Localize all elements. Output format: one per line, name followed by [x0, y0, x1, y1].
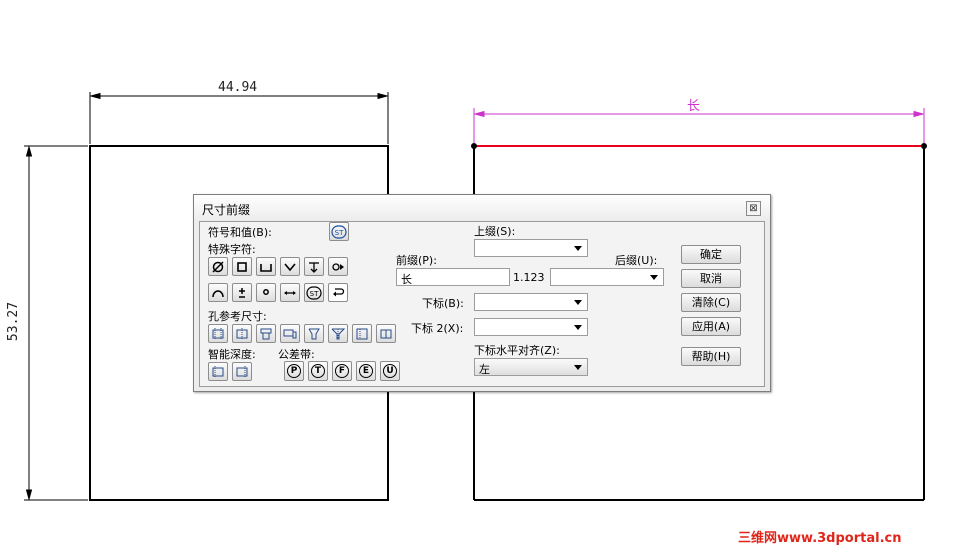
tolerance-u-icon[interactable]: U [380, 361, 400, 381]
tolerance-p-letter: P [287, 364, 301, 378]
left-width-value: 44.94 [218, 80, 258, 95]
subscript-combo[interactable] [474, 293, 588, 311]
value-display: 1.123 [513, 271, 545, 284]
sub-align-label: 下标水平对齐(Z): [474, 344, 560, 357]
prefix-input[interactable]: 长 [396, 268, 510, 286]
smart-depth-label: 智能深度: [208, 348, 256, 361]
left-height-value: 53.27 [6, 301, 22, 342]
clear-button[interactable]: 清除(C) [681, 293, 741, 312]
return-icon[interactable] [328, 283, 348, 302]
prefix-value: 长 [401, 273, 412, 286]
sub-align-value: 左 [479, 363, 490, 376]
prefix-label: 前缀(P): [396, 254, 437, 267]
close-icon[interactable]: ⊠ [746, 201, 761, 216]
depth-icon[interactable] [304, 257, 324, 276]
cancel-button[interactable]: 取消 [681, 269, 741, 288]
superscript-combo[interactable] [474, 239, 588, 257]
chevron-down-icon [574, 325, 582, 330]
chevron-down-icon [574, 365, 582, 370]
smart-depth-2-icon[interactable] [232, 362, 252, 381]
tolerance-t-letter: T [311, 364, 325, 378]
counterbore-icon[interactable] [256, 257, 276, 276]
watermark: 三维网www.3dportal.cn [738, 531, 902, 546]
dimension-prefix-dialog: 尺寸前缀 ⊠ 符号和值(B): ST 特殊字符: ST 孔参考尺寸: 智能深度:… [193, 194, 771, 392]
hole-ref-5-icon[interactable] [304, 324, 324, 343]
subscript-label: 下标(B): [422, 297, 464, 310]
degree-icon[interactable] [256, 283, 276, 302]
ok-button[interactable]: 确定 [681, 245, 741, 264]
slope-icon[interactable] [328, 257, 348, 276]
hole-ref-label: 孔参考尺寸: [208, 310, 267, 323]
hole-ref-3-icon[interactable] [256, 324, 276, 343]
right-width-value: 长 [687, 99, 701, 114]
between-icon[interactable] [280, 283, 300, 302]
chevron-down-icon [574, 246, 582, 251]
left-height-dimension[interactable] [24, 145, 88, 501]
st-icon: ST [331, 224, 347, 239]
st-symbol-button[interactable]: ST [329, 222, 349, 241]
square-icon[interactable] [232, 257, 252, 276]
sub-align-select[interactable]: 左 [474, 358, 588, 376]
special-chars-label: 特殊字符: [208, 243, 256, 256]
tolerance-e-icon[interactable]: E [356, 361, 376, 381]
help-button[interactable]: 帮助(H) [681, 347, 741, 366]
hole-ref-4-icon[interactable] [280, 324, 300, 343]
tolerance-p-icon[interactable]: P [284, 361, 304, 381]
suffix-label: 后缀(U): [615, 254, 658, 267]
tolerance-t-icon[interactable]: T [308, 361, 328, 381]
svg-text:ST: ST [310, 290, 319, 298]
arc-icon[interactable] [208, 283, 228, 302]
diameter-icon[interactable] [208, 257, 228, 276]
chevron-down-icon [650, 275, 658, 280]
symbol-value-label: 符号和值(B): [208, 226, 272, 239]
tolerance-u-letter: U [383, 364, 397, 378]
svg-text:ST: ST [335, 229, 344, 237]
dialog-titlebar[interactable]: 尺寸前缀 ⊠ [194, 195, 770, 221]
hole-ref-1-icon[interactable] [208, 324, 228, 343]
subscript2-label: 下标 2(X): [411, 322, 464, 335]
subscript2-combo[interactable] [474, 318, 588, 336]
tolerance-band-label: 公差带: [278, 348, 315, 361]
tolerance-f-letter: F [335, 364, 349, 378]
apply-button[interactable]: 应用(A) [681, 317, 741, 336]
hole-ref-2-icon[interactable] [232, 324, 252, 343]
left-width-dimension[interactable] [89, 92, 389, 144]
statistical-icon[interactable]: ST [304, 283, 324, 302]
tolerance-e-letter: E [359, 364, 373, 378]
hole-ref-8-icon[interactable] [376, 324, 396, 343]
hole-ref-6-icon[interactable] [328, 324, 348, 343]
chevron-down-icon [574, 300, 582, 305]
hole-ref-7-icon[interactable] [352, 324, 372, 343]
dialog-body: 符号和值(B): ST 特殊字符: ST 孔参考尺寸: 智能深度: 公差带: P… [199, 221, 765, 387]
superscript-label: 上缀(S): [474, 225, 516, 238]
plus-minus-icon[interactable] [232, 283, 252, 302]
tolerance-f-icon[interactable]: F [332, 361, 352, 381]
edge-endpoint-right[interactable] [921, 143, 927, 149]
smart-depth-1-icon[interactable] [208, 362, 228, 381]
suffix-combo[interactable] [550, 268, 664, 286]
dialog-title: 尺寸前缀 [202, 203, 251, 217]
edge-endpoint-left[interactable] [471, 143, 477, 149]
countersink-icon[interactable] [280, 257, 300, 276]
